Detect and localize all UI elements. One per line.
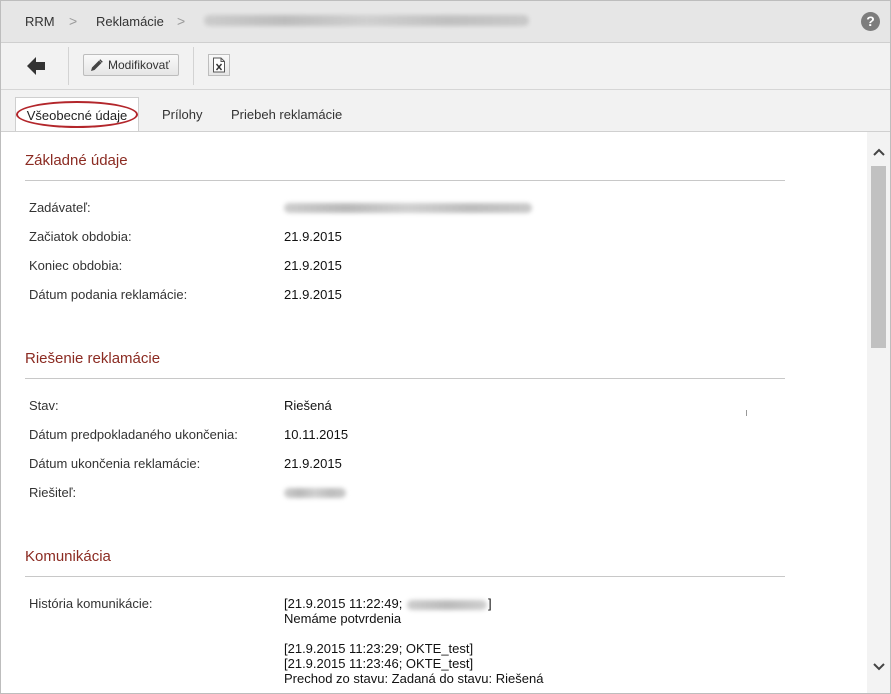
excel-export-button[interactable] <box>208 54 230 76</box>
arrow-left-icon <box>27 57 45 75</box>
field-value-period-end: 21.9.2015 <box>284 258 342 273</box>
breadcrumb-item-rrm[interactable]: RRM <box>25 14 55 29</box>
scroll-up-arrow-icon[interactable] <box>871 145 886 160</box>
toolbar-divider <box>68 47 69 85</box>
modify-button[interactable]: Modifikovať <box>83 54 179 76</box>
history-author-redacted <box>406 599 487 610</box>
toolbar: Modifikovať <box>1 43 890 90</box>
field-label-submitter: Zadávateľ: <box>29 200 91 215</box>
history-entry-header: [21.9.2015 11:23:46; OKTE_test] <box>284 656 474 671</box>
field-label-resolver: Riešiteľ: <box>29 485 77 500</box>
highlight-circle <box>16 101 138 128</box>
field-value-submission-date: 21.9.2015 <box>284 287 342 302</box>
field-value-expected-end: 10.11.2015 <box>284 427 349 442</box>
field-label-resolution-date: Dátum ukončenia reklamácie: <box>29 456 201 471</box>
field-value-resolution-date: 21.9.2015 <box>284 456 342 471</box>
toolbar-divider <box>193 47 194 85</box>
main-content: Základné údaje Zadávateľ: Začiatok obdob… <box>1 132 867 693</box>
tab-attachments[interactable]: Prílohy <box>162 107 202 122</box>
scroll-down-arrow-icon[interactable] <box>871 660 886 675</box>
field-label-status: Stav: <box>29 398 59 413</box>
section-title-communication: Komunikácia <box>25 548 111 565</box>
history-entry-text: Nemáme potvrdenia <box>284 611 402 626</box>
app-window: RRM > Reklamácie > ? Modifikovať Všeobec… <box>0 0 891 694</box>
section-divider <box>25 576 785 577</box>
history-entry-text: Prechod zo stavu: Zadaná do stavu: Rieše… <box>284 671 544 686</box>
history-entry-header: [21.9.2015 11:23:29; OKTE_test] <box>284 641 474 656</box>
breadcrumb-current-redacted <box>204 15 529 26</box>
vertical-scrollbar[interactable] <box>867 132 890 693</box>
tab-bar: Všeobecné údaje Prílohy Priebeh reklamác… <box>1 90 890 132</box>
excel-export-icon <box>213 57 225 73</box>
modify-button-label: Modifikovať <box>108 58 170 72</box>
field-label-expected-end: Dátum predpokladaného ukončenia: <box>29 427 238 442</box>
help-icon[interactable]: ? <box>861 12 880 31</box>
pencil-icon <box>91 58 103 71</box>
field-label-period-start: Začiatok obdobia: <box>29 229 132 244</box>
section-title-resolution: Riešenie reklamácie <box>25 350 161 367</box>
scrollbar-thumb[interactable] <box>871 166 886 348</box>
field-marker <box>746 410 747 416</box>
chevron-right-icon: > <box>69 13 78 29</box>
tab-progress[interactable]: Priebeh reklamácie <box>231 107 342 122</box>
field-label-period-end: Koniec obdobia: <box>29 258 123 273</box>
history-entry-header: [21.9.2015 11:22:49; ] <box>284 596 492 611</box>
breadcrumb-item-reklamacie[interactable]: Reklamácie <box>96 14 164 29</box>
tab-general[interactable]: Všeobecné údaje <box>15 97 139 131</box>
breadcrumb: RRM > Reklamácie > ? <box>1 1 890 43</box>
chevron-right-icon: > <box>177 13 186 29</box>
section-title-basic: Základné údaje <box>25 152 128 169</box>
section-divider <box>25 180 785 181</box>
section-divider <box>25 378 785 379</box>
field-label-history: História komunikácie: <box>29 596 153 611</box>
field-value-resolver-redacted <box>284 488 346 498</box>
back-button[interactable] <box>23 54 49 78</box>
field-value-submitter-redacted <box>284 203 532 213</box>
field-label-submission-date: Dátum podania reklamácie: <box>29 287 188 302</box>
field-value-status: Riešená <box>284 398 332 413</box>
field-value-period-start: 21.9.2015 <box>284 229 342 244</box>
